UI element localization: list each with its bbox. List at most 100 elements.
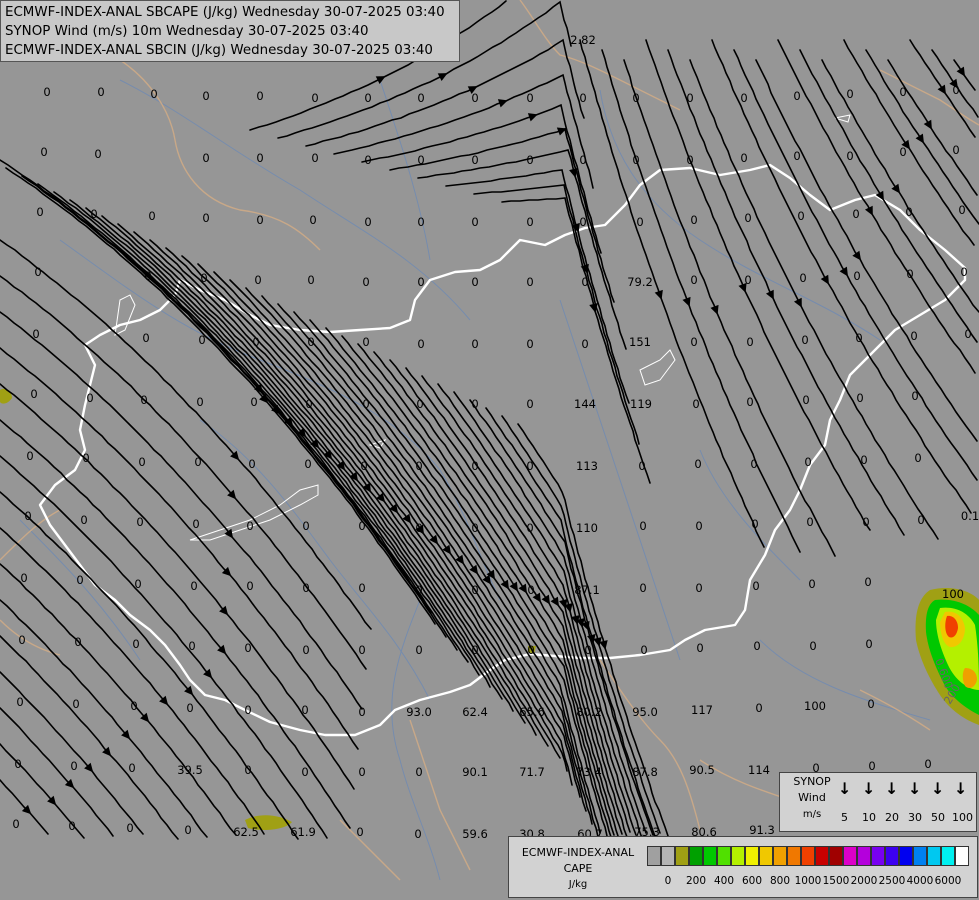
cape-value-label: 0 <box>414 827 421 841</box>
cape-value-label: 0 <box>846 149 853 163</box>
cape-value-label: 0 <box>417 337 424 351</box>
cape-value-label: 0 <box>471 275 478 289</box>
title-line-cin: ECMWF-INDEX-ANAL SBCIN (J/kg) Wednesday … <box>5 43 433 58</box>
cape-value-label: 0 <box>690 335 697 349</box>
cape-value-label: 95.0 <box>632 705 658 719</box>
cape-value-label: 0 <box>302 519 309 533</box>
synop-value: 30 <box>908 811 922 824</box>
cape-value-label: 0 <box>202 89 209 103</box>
cape-value-label: 0 <box>142 331 149 345</box>
cape-value-label: 0 <box>148 209 155 223</box>
cape-value-label: 0 <box>18 633 25 647</box>
cape-value-label: 0 <box>905 205 912 219</box>
cape-color-swatch <box>703 846 717 866</box>
cape-color-swatch <box>829 846 843 866</box>
cape-value-label: 0 <box>196 395 203 409</box>
cape-value-label: 0 <box>256 213 263 227</box>
cape-value-label: 62.4 <box>462 705 488 719</box>
synop-value: 100 <box>952 811 973 824</box>
cape-value-label: 119 <box>630 397 652 411</box>
wind-arrow-icon: ↓ <box>862 779 876 798</box>
cape-value-label: 0 <box>72 697 79 711</box>
cape-value-label: 100 <box>942 587 964 601</box>
cape-value-label: 0 <box>746 395 753 409</box>
cape-value-label: 0 <box>74 635 81 649</box>
cape-value-label: 0.1 <box>961 509 979 523</box>
cape-color-swatch <box>773 846 787 866</box>
cape-value-label: 0 <box>12 817 19 831</box>
wind-arrow-icon: ↓ <box>885 779 899 798</box>
cape-value-label: 0 <box>415 459 422 473</box>
cape-value-label: 0 <box>471 583 478 597</box>
cape-value-label: 0 <box>40 145 47 159</box>
cape-value-label: 0 <box>307 273 314 287</box>
cape-value-label: 0 <box>914 451 921 465</box>
cape-value-label: 0 <box>128 761 135 775</box>
cape-color-swatch <box>857 846 871 866</box>
cape-value-label: 0 <box>804 455 811 469</box>
cape-value-label: 0 <box>690 213 697 227</box>
cape-value-label: 0 <box>910 329 917 343</box>
cape-value-label: 0 <box>417 275 424 289</box>
cape-value-label: 0 <box>244 703 251 717</box>
cape-value-label: 0 <box>750 457 757 471</box>
cape-value-label: 0 <box>188 639 195 653</box>
cape-value-label: 0 <box>526 215 533 229</box>
synop-wind-legend: SYNOP Wind m/s ↓ ↓ ↓ ↓ ↓ ↓ 5 10 20 30 50… <box>779 772 977 832</box>
cape-value-label: 0 <box>868 759 875 773</box>
cape-value-label: 0 <box>744 211 751 225</box>
cape-value-label: 0 <box>471 337 478 351</box>
cape-value-label: 0 <box>579 91 586 105</box>
cape-value-label: 0 <box>852 207 859 221</box>
cape-color-swatch <box>731 846 745 866</box>
cape-value-label: 0 <box>581 275 588 289</box>
cape-value-label: 0 <box>364 91 371 105</box>
cape-value-label: 0 <box>801 333 808 347</box>
cape-value-label: 0 <box>246 519 253 533</box>
cape-value-label: 0 <box>809 639 816 653</box>
cape-value-label: 61.9 <box>290 825 316 839</box>
cape-value-label: 0 <box>16 695 23 709</box>
cape-value-label: 39.5 <box>177 763 203 777</box>
cape-color-swatch <box>871 846 885 866</box>
cape-value-label: 90.5 <box>689 763 715 777</box>
cape-value-label: 0 <box>304 457 311 471</box>
cape-color-swatch <box>941 846 955 866</box>
cape-value-label: 0 <box>855 331 862 345</box>
cape-tick-label: 400 <box>713 875 735 887</box>
cape-value-label: 0 <box>70 759 77 773</box>
cape-value-label: 0 <box>694 457 701 471</box>
cape-value-label: 0 <box>358 705 365 719</box>
cape-value-label: 0 <box>302 581 309 595</box>
cape-color-swatch <box>717 846 731 866</box>
wind-arrow-icon: ↓ <box>954 779 968 798</box>
cape-value-label: 0 <box>417 91 424 105</box>
cape-value-label: 0 <box>144 269 151 283</box>
cape-value-label: 0 <box>579 153 586 167</box>
cape-value-label: 0 <box>632 153 639 167</box>
cape-value-label: 0 <box>32 327 39 341</box>
cape-color-swatch <box>927 846 941 866</box>
cape-value-label: 0 <box>846 87 853 101</box>
cape-value-label: 0 <box>250 395 257 409</box>
cape-tick-label: 800 <box>769 875 791 887</box>
cape-value-label: 0 <box>696 641 703 655</box>
cape-value-label: 0 <box>581 337 588 351</box>
title-line-cape: ECMWF-INDEX-ANAL SBCAPE (J/kg) Wednesday… <box>5 5 445 20</box>
cape-value-label: 0 <box>686 153 693 167</box>
cape-value-label: 0 <box>753 639 760 653</box>
cape-value-label: 0 <box>526 153 533 167</box>
cape-value-label: 0 <box>34 265 41 279</box>
synop-legend-subtitle: Wind <box>798 791 826 804</box>
cape-value-label: 0 <box>636 215 643 229</box>
cape-value-label: 0 <box>76 573 83 587</box>
cape-value-label: 0 <box>301 765 308 779</box>
cape-legend-unit: J/kg <box>568 879 588 890</box>
cape-value-label: 0 <box>744 273 751 287</box>
cape-value-label: 0 <box>751 517 758 531</box>
cape-value-label: 0 <box>138 455 145 469</box>
wind-arrow-icon: ↓ <box>908 779 922 798</box>
cape-value-label: 0 <box>917 513 924 527</box>
cape-value-label: 87.8 <box>632 765 658 779</box>
cape-value-label: 0 <box>924 757 931 771</box>
